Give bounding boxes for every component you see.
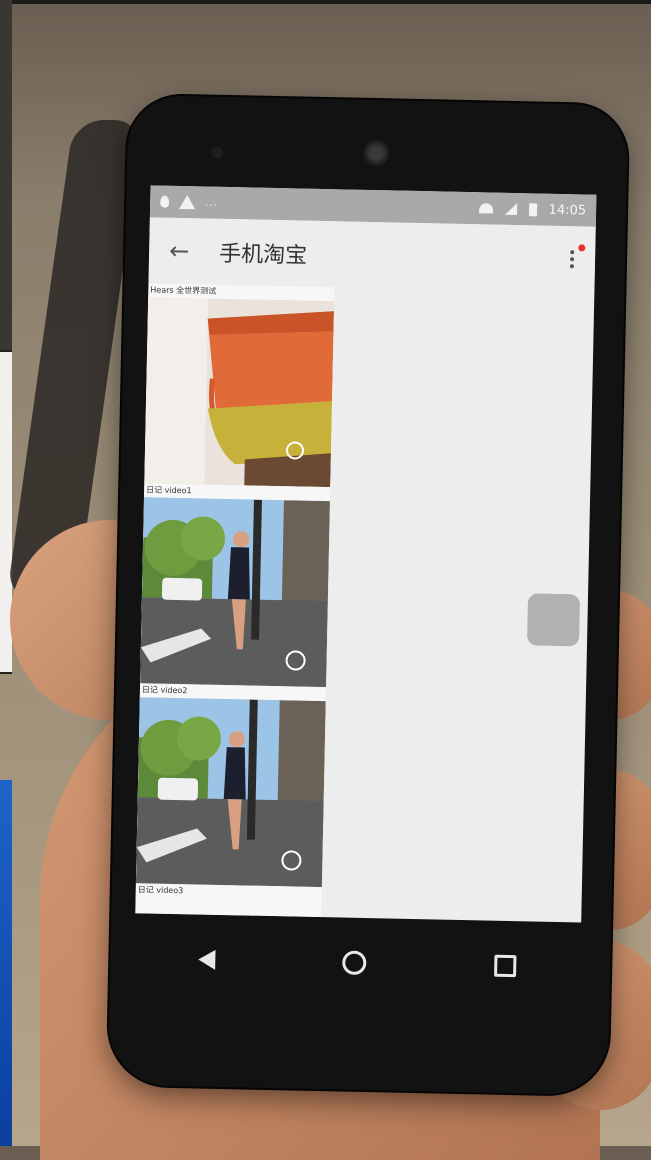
warning-icon [179, 194, 196, 210]
phone-device: ... 14:05 ← 手机淘宝 Hears 全世界测试 日记 video1 日… [107, 94, 629, 1096]
arrow-back-icon[interactable]: ← [169, 237, 220, 266]
signal-icon [504, 202, 517, 216]
app-bar: ← 手机淘宝 [148, 217, 596, 293]
feed-photo[interactable] [140, 497, 330, 688]
photo-feed[interactable]: Hears 全世界测试 日记 video1 日记 video2 日记 video… [135, 283, 335, 918]
notification-dot [578, 244, 586, 252]
feed-photo[interactable] [144, 297, 335, 488]
status-time: 14:05 [548, 202, 587, 218]
triangle-back-icon[interactable] [197, 949, 216, 970]
background-edge [12, 0, 651, 4]
more-notifications-icon: ... [205, 197, 218, 209]
page-title: 手机淘宝 [218, 241, 308, 269]
battery-icon [528, 202, 537, 216]
circle-home-icon[interactable] [342, 950, 368, 976]
notification-drop-icon [160, 195, 170, 208]
more-vert-icon[interactable] [563, 244, 586, 269]
street-photo [140, 497, 330, 688]
navigation-bar [133, 913, 581, 1012]
handbag-photo [144, 297, 335, 488]
wifi-icon [478, 203, 493, 214]
feed-photo[interactable] [135, 697, 326, 888]
background-monitor-dark [0, 0, 12, 350]
background-monitor-blue [0, 780, 12, 1146]
square-recent-icon[interactable] [494, 954, 517, 978]
floating-button[interactable] [526, 593, 581, 647]
street-photo [135, 697, 326, 888]
front-camera [362, 139, 390, 167]
proximity-sensor [211, 146, 224, 159]
phone-screen: ... 14:05 ← 手机淘宝 Hears 全世界测试 日记 video1 日… [135, 185, 597, 923]
